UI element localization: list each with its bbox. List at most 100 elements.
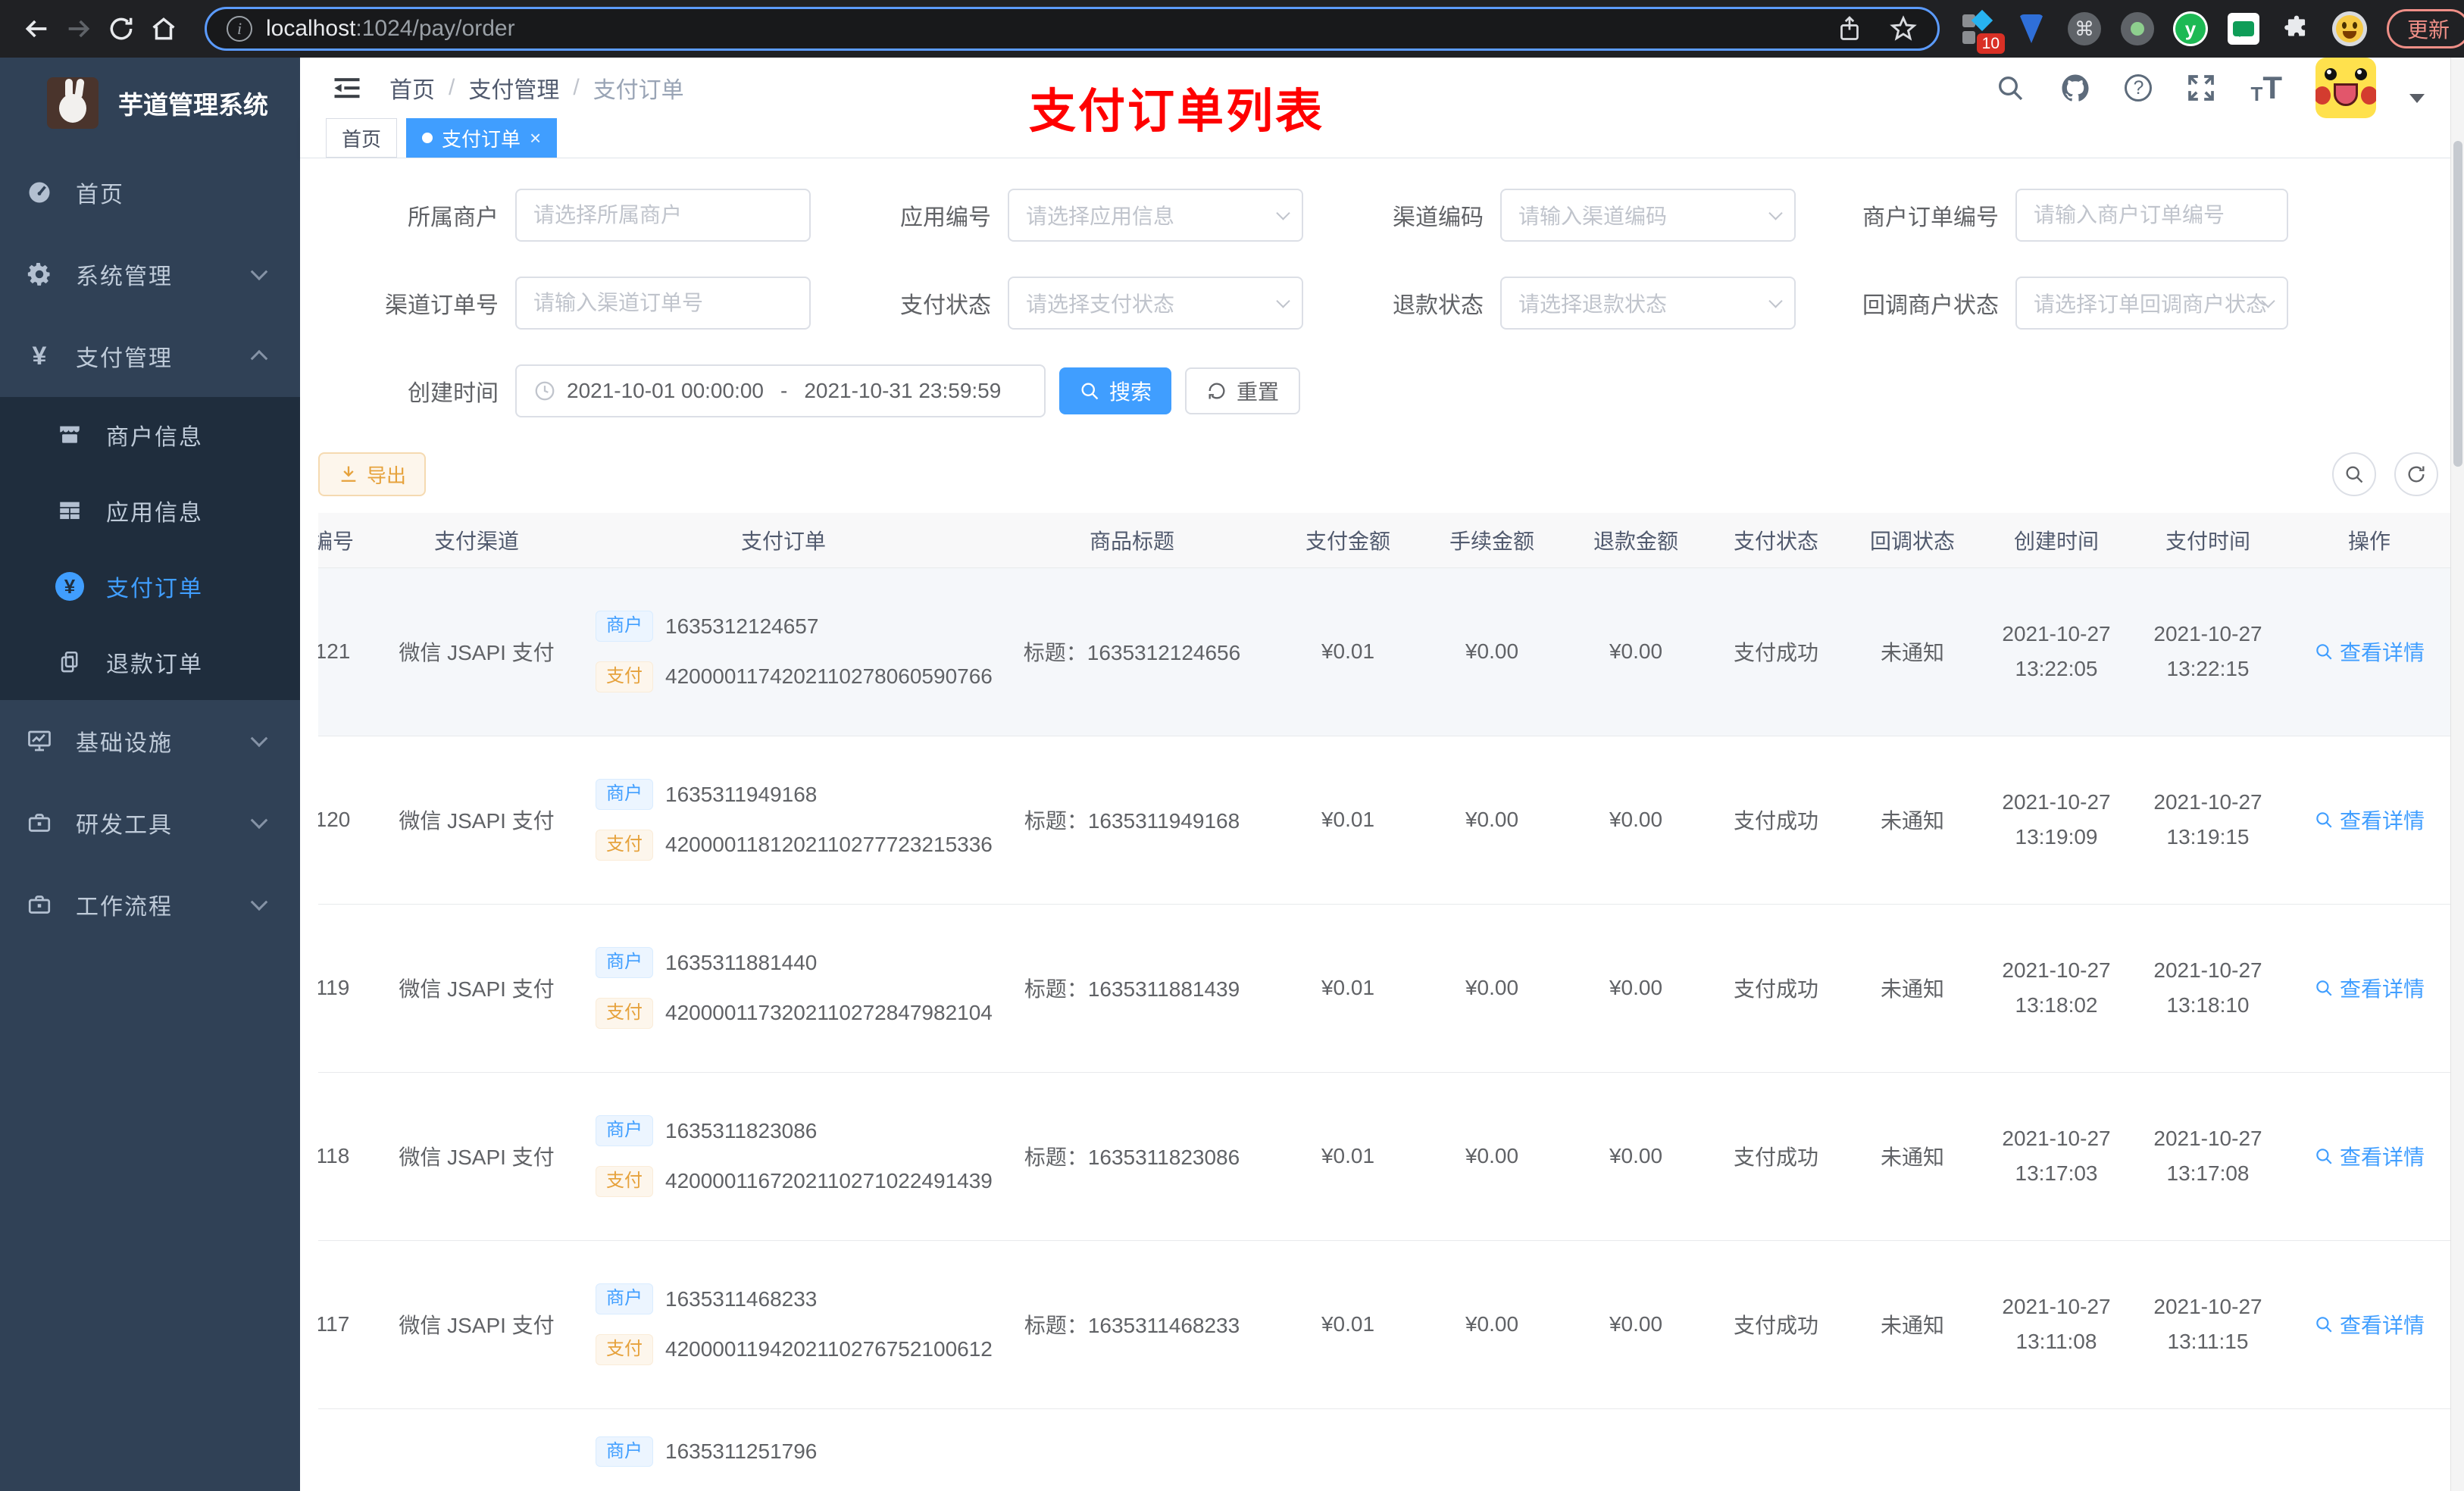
sidebar-item-workflow[interactable]: 工作流程	[0, 864, 300, 946]
shop-icon	[55, 422, 85, 448]
merchant-input[interactable]	[533, 203, 793, 227]
col-fee: 手续金额	[1420, 513, 1564, 568]
breadcrumb-home[interactable]: 首页	[389, 71, 435, 105]
breadcrumb-pay[interactable]: 支付管理	[468, 71, 559, 105]
col-created: 创建时间	[1981, 513, 2132, 568]
breadcrumb: 首页 / 支付管理 / 支付订单	[389, 71, 684, 105]
fullscreen-icon[interactable]	[2185, 72, 2217, 104]
view-detail-link[interactable]: 查看详情	[2314, 636, 2425, 667]
extension-gem-icon[interactable]	[2014, 11, 2049, 46]
tags-view-bar: 首页 支付订单 ×	[300, 118, 2464, 158]
toolbox-icon	[24, 809, 55, 836]
app-logo[interactable]: 芋道管理系统	[0, 58, 300, 148]
orders-table-container: 编号 支付渠道 支付订单 商品标题 支付金额 手续金额 退款金额 支付状态 回调…	[318, 513, 2464, 1491]
user-avatar[interactable]	[2315, 58, 2376, 118]
filter-pay-status: 支付状态 请选择支付状态	[811, 277, 1303, 330]
view-detail-link[interactable]: 查看详情	[2314, 973, 2425, 1003]
pay-tag: 支付	[596, 830, 653, 861]
sidebar-item-devtools[interactable]: 研发工具	[0, 782, 300, 864]
merchant-order-no-input[interactable]	[2034, 203, 2270, 227]
briefcase-icon	[24, 891, 55, 918]
create-time-range-picker[interactable]: 2021-10-01 00:00:00 - 2021-10-31 23:59:5…	[515, 364, 1046, 417]
reset-button[interactable]: 重置	[1185, 367, 1301, 414]
channel-order-no-input[interactable]	[533, 291, 793, 315]
col-refund: 退款金额	[1564, 513, 1708, 568]
yen-icon: ¥	[32, 342, 47, 370]
channel-code-select[interactable]: 请输入渠道编码	[1500, 189, 1796, 242]
browser-back-icon[interactable]	[15, 8, 58, 50]
notify-status-select[interactable]: 请选择订单回调商户状态	[2015, 277, 2288, 330]
profile-emoji-icon[interactable]	[2332, 11, 2367, 46]
sidebar-item-pay[interactable]: ¥ 支付管理	[0, 315, 300, 397]
sidebar-item-refund-order[interactable]: 退款订单	[0, 624, 300, 700]
table-row: 118 微信 JSAPI 支付 商户 1635311823086 支付 420000…	[318, 1072, 2455, 1241]
orders-table: 编号 支付渠道 支付订单 商品标题 支付金额 手续金额 退款金额 支付状态 回调…	[318, 513, 2455, 1491]
chevron-down-icon	[1276, 206, 1290, 220]
browser-home-icon[interactable]	[142, 8, 185, 50]
window-scrollbar[interactable]	[2450, 58, 2464, 1491]
active-dot-icon	[422, 133, 433, 143]
search-icon[interactable]	[1994, 72, 2026, 104]
extensions-puzzle-icon[interactable]	[2279, 11, 2314, 46]
documents-icon	[55, 649, 85, 675]
filter-row-1: 所属商户 应用编号 请选择应用信息 渠道编码 请输入渠道编码	[318, 189, 2464, 242]
show-search-toggle-button[interactable]	[2332, 452, 2376, 496]
view-detail-link[interactable]: 查看详情	[2314, 1141, 2425, 1171]
col-paid: 支付时间	[2132, 513, 2284, 568]
sidebar-item-infra[interactable]: 基础设施	[0, 700, 300, 782]
browser-forward-icon[interactable]	[58, 8, 100, 50]
scrollbar-thumb[interactable]	[2453, 141, 2462, 467]
extension-y-icon[interactable]: y	[2173, 11, 2208, 46]
pay-status-select[interactable]: 请选择支付状态	[1008, 277, 1303, 330]
app-select[interactable]: 请选择应用信息	[1008, 189, 1303, 242]
chevron-up-icon	[250, 349, 268, 367]
extension-widget-icon[interactable]: 10	[1961, 9, 2005, 54]
help-icon[interactable]: ?	[2125, 74, 2153, 102]
sidebar-item-home[interactable]: 首页	[0, 152, 300, 233]
view-detail-link[interactable]: 查看详情	[2314, 805, 2425, 835]
merchant-tag: 商户	[596, 1436, 653, 1468]
search-button[interactable]: 搜索	[1059, 367, 1172, 414]
table-grid-icon	[55, 498, 85, 524]
refresh-button[interactable]	[2394, 452, 2438, 496]
view-detail-link[interactable]: 查看详情	[2314, 1309, 2425, 1339]
share-icon[interactable]	[1836, 15, 1863, 42]
extensions-row: 10 ⌘ y	[1961, 9, 2367, 54]
merchant-tag: 商户	[596, 947, 653, 978]
chevron-down-icon	[250, 811, 268, 830]
sidebar-fold-icon[interactable]	[330, 71, 364, 105]
export-button[interactable]: 导出	[318, 452, 427, 496]
filter-refund-status: 退款状态 请选择退款状态	[1303, 277, 1796, 330]
tab-home[interactable]: 首页	[326, 118, 398, 158]
address-bar[interactable]: i localhost:1024/pay/order	[205, 7, 1940, 51]
filter-create-time: 创建时间 2021-10-01 00:00:00 - 2021-10-31 23…	[318, 364, 1046, 417]
extension-chat-icon[interactable]	[2226, 11, 2261, 46]
sidebar: 芋道管理系统 首页 系统管理 ¥ 支付管理 商户信息 应用信息 ¥ 支付订单 退…	[0, 58, 300, 1491]
github-icon[interactable]	[2059, 72, 2091, 104]
browser-reload-icon[interactable]	[100, 8, 142, 50]
table-toolbar: 导出	[318, 452, 2464, 496]
table-row: 119 微信 JSAPI 支付 商户 1635311881440 支付 420000…	[318, 904, 2455, 1073]
filter-channel-code: 渠道编码 请输入渠道编码	[1303, 189, 1796, 242]
merchant-select[interactable]	[515, 189, 811, 242]
extension-recorder-icon[interactable]	[2120, 11, 2155, 46]
bookmark-star-icon[interactable]	[1889, 14, 1918, 43]
col-channel: 支付渠道	[374, 513, 579, 568]
refund-status-select[interactable]: 请选择退款状态	[1500, 277, 1796, 330]
chrome-update-button[interactable]: 更新	[2387, 9, 2464, 48]
site-info-icon[interactable]: i	[227, 16, 252, 42]
font-size-icon[interactable]: TT	[2250, 72, 2282, 105]
user-menu-caret-icon[interactable]	[2409, 94, 2425, 103]
merchant-tag: 商户	[596, 611, 653, 642]
extension-command-icon[interactable]: ⌘	[2067, 11, 2102, 46]
sidebar-item-pay-order[interactable]: ¥ 支付订单	[0, 549, 300, 624]
filter-notify-status: 回调商户状态 请选择订单回调商户状态	[1796, 277, 2288, 330]
sidebar-item-system[interactable]: 系统管理	[0, 233, 300, 315]
merchant-tag: 商户	[596, 779, 653, 810]
sidebar-item-merchant-info[interactable]: 商户信息	[0, 397, 300, 473]
channel-order-no-input-wrap[interactable]	[515, 277, 811, 330]
tab-pay-order[interactable]: 支付订单 ×	[406, 118, 558, 158]
close-icon[interactable]: ×	[530, 128, 541, 148]
sidebar-item-app-info[interactable]: 应用信息	[0, 473, 300, 549]
merchant-order-no-input-wrap[interactable]	[2015, 189, 2288, 242]
